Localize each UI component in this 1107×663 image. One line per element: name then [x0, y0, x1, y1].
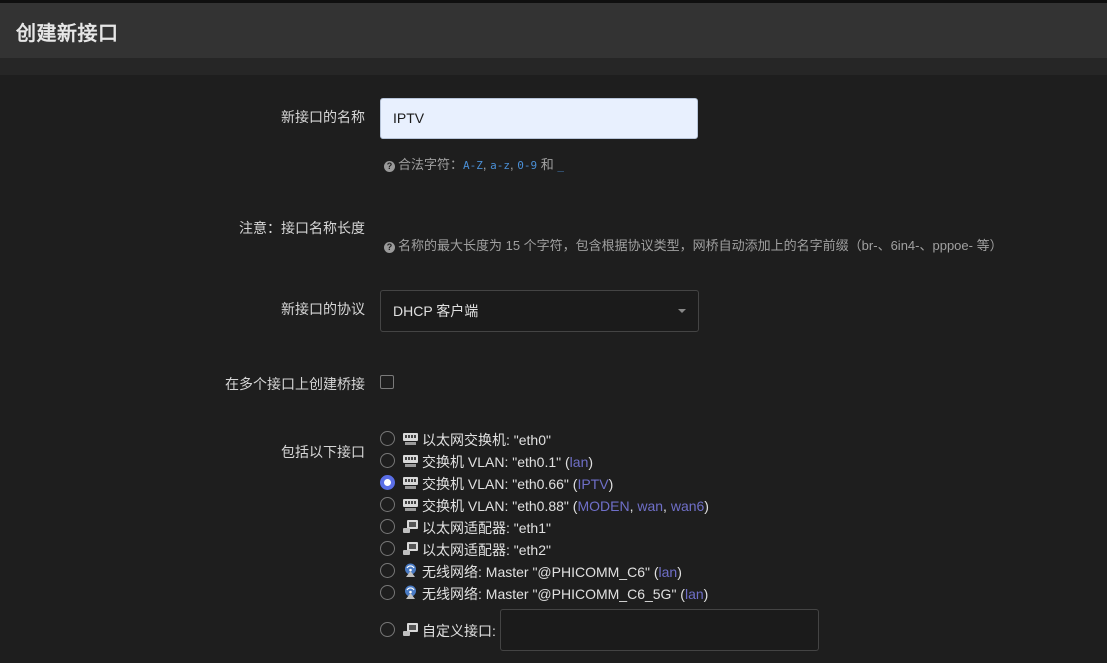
network-link[interactable]: lan — [659, 564, 678, 580]
help-icon: ? — [384, 161, 395, 172]
interface-label: 交换机 VLAN: "eth0.1" (lan) — [422, 454, 594, 470]
switch-icon — [403, 455, 418, 467]
interface-device-name: 无线网络: Master "@PHICOMM_C6" — [422, 564, 650, 580]
interface-label: 交换机 VLAN: "eth0.88" (MODEN, wan, wan6) — [422, 498, 709, 514]
interface-label: 无线网络: Master "@PHICOMM_C6_5G" (lan) — [422, 586, 709, 602]
switch-icon — [403, 477, 418, 489]
interface-radio[interactable] — [380, 475, 395, 490]
protocol-select-value: DHCP 客户端 — [393, 303, 479, 319]
network-link[interactable]: wan — [637, 498, 663, 514]
hint-code-az-lower: a-z — [490, 159, 510, 172]
note-hint-text: 名称的最大长度为 15 个字符，包含根据协议类型，网桥自动添加上的名字前缀（br… — [398, 238, 1003, 253]
page-title: 创建新接口 — [16, 23, 119, 45]
name-label: 新接口的名称 — [281, 109, 365, 125]
hint-code-az-upper: A-Z — [463, 159, 483, 172]
interface-device-name: 无线网络: Master "@PHICOMM_C6_5G" — [422, 586, 677, 602]
interface-name-input[interactable]: IPTV — [380, 98, 698, 139]
wifi-icon — [405, 563, 416, 577]
interface-radio[interactable] — [380, 585, 395, 600]
interface-radio[interactable] — [380, 563, 395, 578]
custom-interface-label: 自定义接口: — [422, 623, 496, 639]
include-label: 包括以下接口 — [281, 444, 365, 460]
name-hint: ? 合法字符：A-Z, a-z, 0-9 和 _ — [384, 154, 564, 173]
interface-device-name: 以太网交换机: "eth0" — [422, 432, 551, 448]
custom-interface-radio[interactable] — [380, 622, 395, 637]
interface-device-name: 交换机 VLAN: "eth0.1" — [422, 454, 562, 470]
interface-label: 以太网适配器: "eth2" — [422, 540, 551, 560]
switch-icon — [403, 499, 418, 511]
hint-code-digits: 0-9 — [517, 159, 538, 172]
help-icon: ? — [384, 242, 395, 253]
interface-radio[interactable] — [380, 497, 395, 512]
interface-label: 以太网交换机: "eth0" — [422, 430, 551, 450]
network-link[interactable]: IPTV — [577, 476, 608, 492]
bridge-checkbox[interactable] — [380, 375, 394, 389]
custom-interface-input[interactable] — [500, 609, 819, 651]
bridge-label: 在多个接口上创建桥接 — [225, 376, 365, 392]
network-link[interactable]: MODEN — [577, 498, 629, 514]
protocol-label: 新接口的协议 — [281, 301, 365, 317]
interface-device-name: 以太网适配器: "eth1" — [422, 520, 551, 536]
hint-and: 和 — [537, 157, 558, 172]
protocol-select[interactable]: DHCP 客户端 — [380, 290, 699, 332]
network-link[interactable]: lan — [570, 454, 589, 470]
network-link[interactable]: lan — [685, 586, 704, 602]
ethernet-icon — [403, 520, 418, 533]
interface-radio[interactable] — [380, 541, 395, 556]
hint-prefix: 合法字符： — [398, 157, 464, 172]
switch-icon — [403, 433, 418, 445]
interface-device-name: 交换机 VLAN: "eth0.88" — [422, 498, 569, 514]
ethernet-icon — [403, 623, 418, 636]
interface-radio[interactable] — [380, 519, 395, 534]
interface-radio[interactable] — [380, 453, 395, 468]
note-hint: ? 名称的最大长度为 15 个字符，包含根据协议类型，网桥自动添加上的名字前缀（b… — [384, 235, 1003, 254]
ethernet-icon — [403, 542, 418, 555]
interface-radio[interactable] — [380, 431, 395, 446]
hint-code-underscore: _ — [557, 159, 564, 172]
wifi-icon — [405, 585, 416, 599]
header-divider — [0, 58, 1107, 75]
interface-label: 交换机 VLAN: "eth0.66" (IPTV) — [422, 476, 614, 492]
interface-label: 以太网适配器: "eth1" — [422, 518, 551, 538]
page-header: 创建新接口 — [0, 3, 1107, 58]
interface-device-name: 交换机 VLAN: "eth0.66" — [422, 476, 569, 492]
chevron-down-icon — [678, 309, 686, 313]
network-link[interactable]: wan6 — [671, 498, 704, 514]
interface-label: 无线网络: Master "@PHICOMM_C6" (lan) — [422, 564, 682, 580]
note-label: 注意：接口名称长度 — [239, 220, 365, 236]
interface-device-name: 以太网适配器: "eth2" — [422, 542, 551, 558]
